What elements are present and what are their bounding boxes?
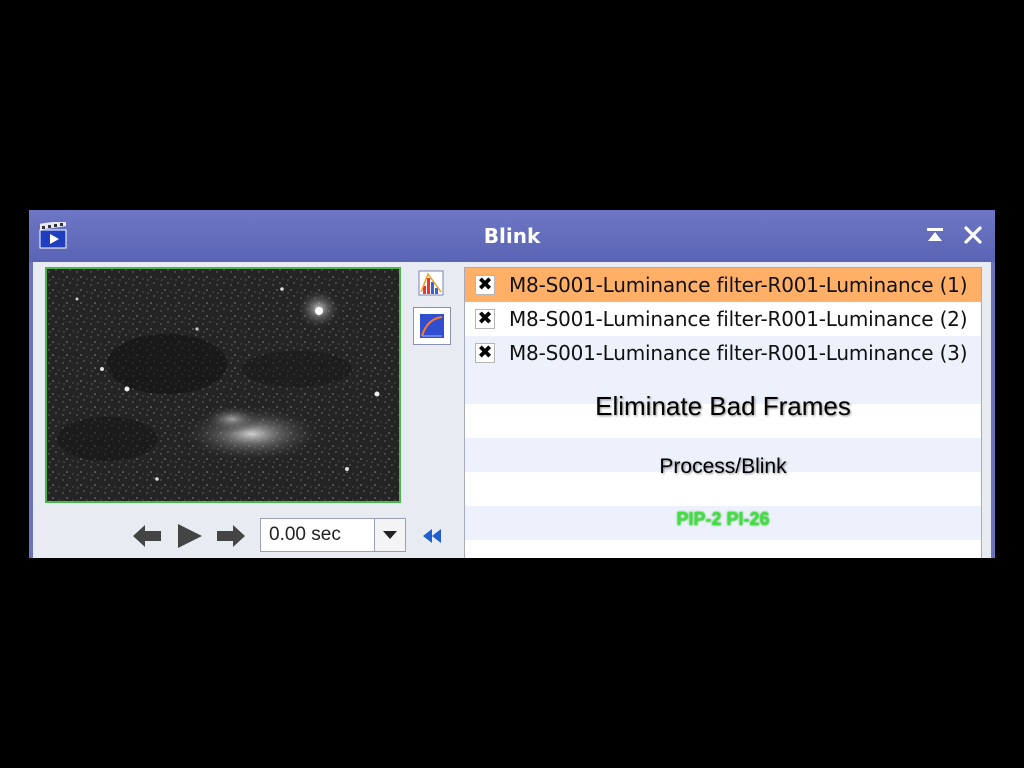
arrow-right-icon[interactable]	[215, 522, 247, 550]
checkbox-checked[interactable]: ✖	[475, 275, 495, 295]
overlay-heading: Eliminate Bad Frames	[595, 391, 851, 421]
checkbox-checked[interactable]: ✖	[475, 343, 495, 363]
chevron-down-icon[interactable]	[374, 519, 405, 551]
rewind-double-arrow-icon[interactable]	[421, 526, 445, 546]
file-name: M8-S001-Luminance filter-R001-Luminance …	[509, 273, 968, 297]
play-icon[interactable]	[174, 522, 206, 550]
overlay-version: PIP-2 PI-26	[676, 509, 770, 529]
frame-preview-image[interactable]	[45, 267, 401, 503]
file-name: M8-S001-Luminance filter-R001-Luminance …	[509, 307, 968, 331]
file-list[interactable]: ✖ M8-S001-Luminance filter-R001-Luminanc…	[464, 267, 982, 558]
delay-value: 0.00 sec	[269, 524, 341, 545]
delay-select[interactable]: 0.00 sec	[260, 518, 406, 552]
arrow-left-icon[interactable]	[131, 522, 163, 550]
file-name: M8-S001-Luminance filter-R001-Luminance …	[509, 341, 968, 365]
blink-window: Blink 0.00 sec ✖ M8-S001-Luminance filte…	[29, 210, 995, 558]
list-item[interactable]: ✖ M8-S001-Luminance filter-R001-Luminanc…	[465, 302, 981, 336]
checkbox-checked[interactable]: ✖	[475, 309, 495, 329]
overlay-process-name: Process/Blink	[659, 455, 787, 478]
slide-background: { "window": { "title": "Blink", "icons":…	[0, 0, 1024, 768]
list-item[interactable]: ✖ M8-S001-Luminance filter-R001-Luminanc…	[465, 268, 981, 302]
empty-row	[465, 540, 981, 558]
auto-stretch-curve-icon[interactable]	[413, 307, 451, 345]
window-client-area: 0.00 sec ✖ M8-S001-Luminance filter-R001…	[33, 262, 991, 558]
close-icon[interactable]	[962, 224, 984, 246]
collapse-up-icon[interactable]	[924, 224, 946, 246]
window-title: Blink	[483, 224, 541, 248]
histogram-stretch-icon[interactable]	[416, 268, 446, 298]
title-bar[interactable]: Blink	[29, 210, 995, 262]
list-item[interactable]: ✖ M8-S001-Luminance filter-R001-Luminanc…	[465, 336, 981, 370]
